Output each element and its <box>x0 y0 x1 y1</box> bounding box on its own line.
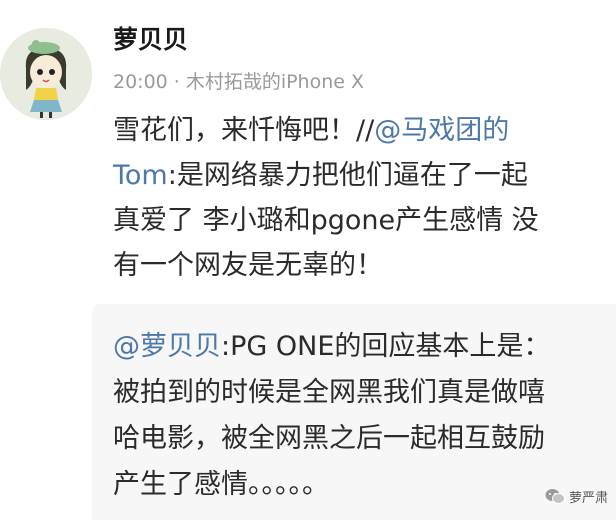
post-line: 真爱了 李小璐和pgone产生感情 没 <box>113 205 539 236</box>
weibo-post-screen: 萝贝贝 20:00 · 木村拓哉的iPhone X 雪花们，来忏悔吧！//@马戏团的… <box>0 0 616 520</box>
repost-line: 哈电影，被全网黑之后一起相互鼓励 <box>113 423 545 454</box>
post-line: 有一个网友是无辜的！ <box>113 250 383 281</box>
repost-line: 被拍到的时候是全网黑我们真是做嘻 <box>113 377 545 408</box>
post-meta: 20:00 · 木村拓哉的iPhone X <box>113 67 364 94</box>
watermark-text: 萝严肃 <box>568 491 608 506</box>
post-line: Tom:是网络暴力把他们逼在了一起 <box>113 160 528 191</box>
watermark: 萝严肃 <box>545 487 608 506</box>
post-line: 雪花们，来忏悔吧！//@马戏团的 <box>113 115 510 146</box>
meta-separator: · <box>173 71 180 93</box>
repost-body: @萝贝贝:PG ONE的回应基本上是： 被拍到的时候是全网黑我们真是做嘻 哈电影… <box>113 324 613 508</box>
repost-line: @萝贝贝:PG ONE的回应基本上是： <box>113 331 551 362</box>
username[interactable]: 萝贝贝 <box>113 20 188 56</box>
post-source: 木村拓哉的iPhone X <box>185 71 365 93</box>
mention-link[interactable]: @马戏团的 <box>374 115 509 146</box>
avatar[interactable] <box>0 28 92 120</box>
mention-link[interactable]: @萝贝贝 <box>113 331 221 362</box>
repost-line: 产生了感情。。。。。 <box>113 469 329 500</box>
avatar-girl-illustration <box>0 28 92 120</box>
mention-link[interactable]: Tom <box>113 160 168 191</box>
wechat-icon <box>545 489 565 504</box>
post-body: 雪花们，来忏悔吧！//@马戏团的 Tom:是网络暴力把他们逼在了一起 真爱了 李… <box>113 108 603 288</box>
post-time: 20:00 <box>113 71 168 93</box>
